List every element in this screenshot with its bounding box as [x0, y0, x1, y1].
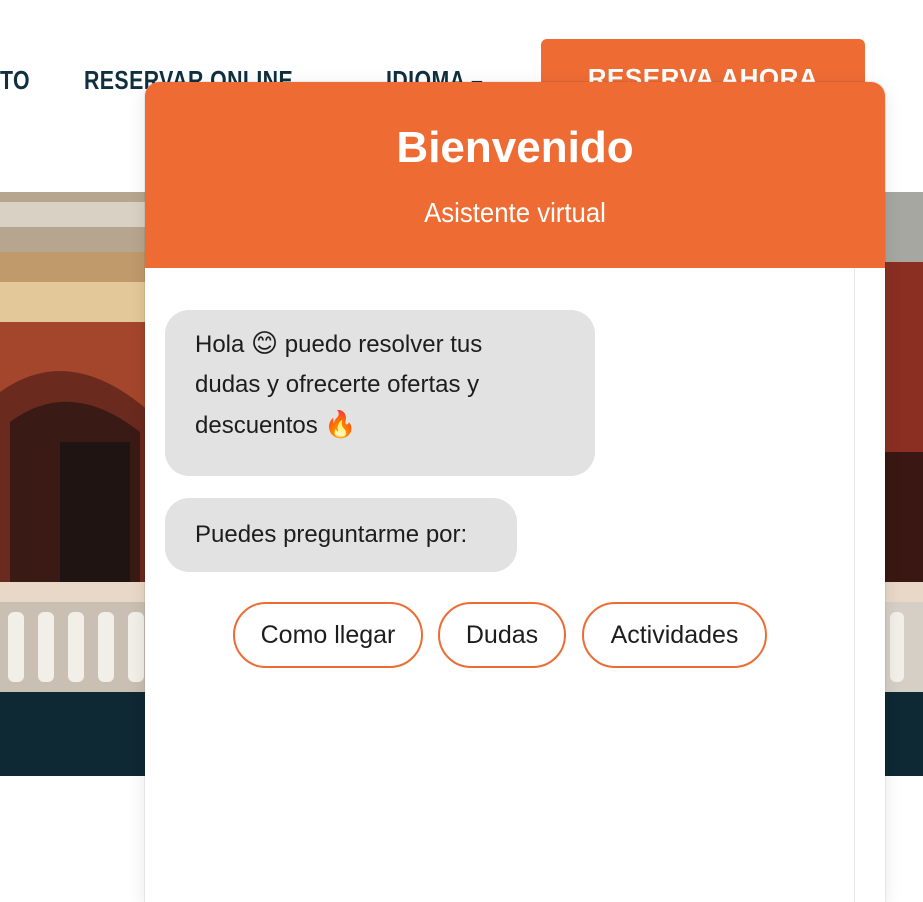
message-text: dudas y ofrecerte ofertas y	[195, 371, 480, 398]
message-text: descuentos	[195, 412, 325, 439]
quick-reply-dudas[interactable]: Dudas	[438, 602, 566, 668]
quick-reply-como-llegar[interactable]: Como llegar	[233, 602, 423, 668]
chat-widget: Bienvenido Asistente virtual Hola 😊 pued…	[145, 82, 885, 902]
smiling-face-emoji: 😊	[251, 329, 279, 359]
chat-header: Bienvenido Asistente virtual	[145, 82, 885, 268]
fire-emoji: 🔥	[324, 410, 357, 440]
message-text: Hola	[195, 331, 252, 358]
chat-scrollbar[interactable]	[854, 268, 885, 902]
chat-subtitle: Asistente virtual	[424, 197, 606, 228]
message-text: puedo resolver tus	[278, 331, 483, 358]
bot-message-greeting: Hola 😊 puedo resolver tus dudas y ofrece…	[165, 310, 595, 476]
quick-replies: Como llegar Dudas Actividades	[145, 602, 855, 668]
nav-item-partial[interactable]: TO	[0, 62, 30, 98]
bot-message-prompt: Puedes preguntarme por:	[165, 498, 517, 572]
quick-reply-actividades[interactable]: Actividades	[582, 602, 767, 668]
chat-title: Bienvenido	[396, 123, 634, 172]
